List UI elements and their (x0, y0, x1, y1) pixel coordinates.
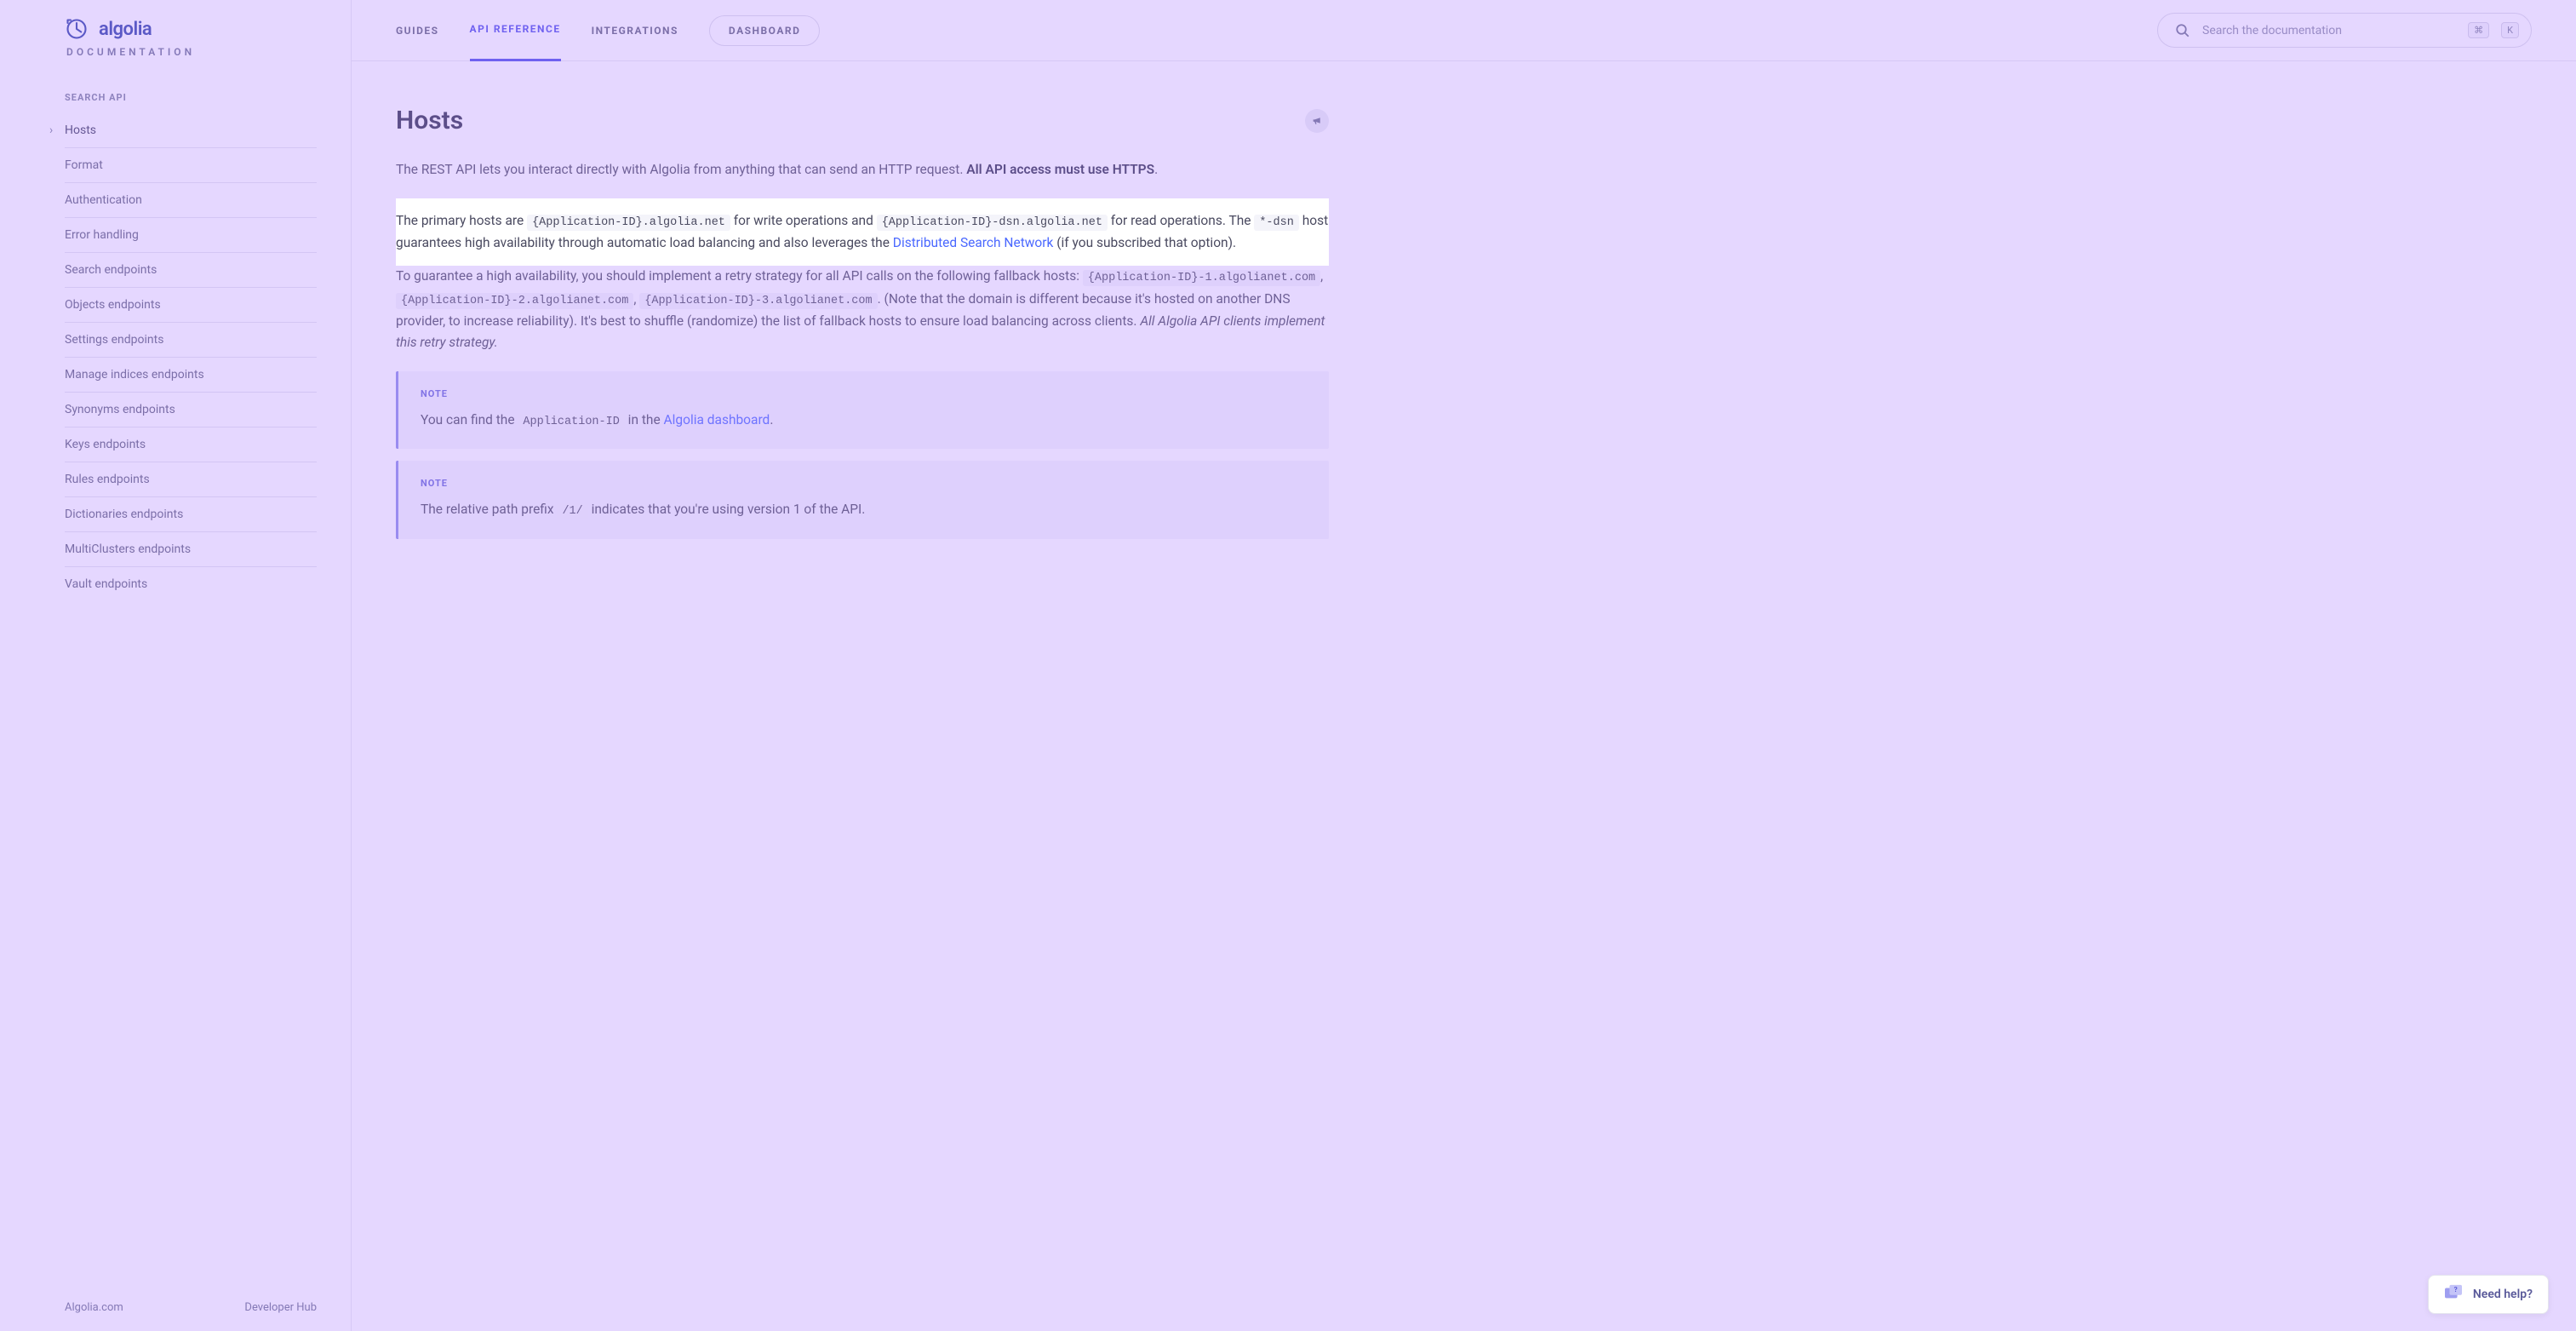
announce-button[interactable] (1305, 109, 1329, 133)
sidebar-item-dictionaries-endpoints[interactable]: Dictionaries endpoints (65, 497, 317, 532)
main: GUIDES API REFERENCE INTEGRATIONS DASHBO… (351, 0, 2576, 1331)
content: Hosts The REST API lets you interact dir… (352, 61, 1373, 595)
code-fallback-1: {Application-ID}-1.algolianet.com (1083, 270, 1320, 286)
note-label: NOTE (421, 478, 1307, 489)
code-host-write: {Application-ID}.algolia.net (527, 215, 730, 231)
svg-text:?: ? (2454, 1285, 2458, 1294)
search-icon (2175, 23, 2190, 38)
code-dsn: *-dsn (1254, 215, 1299, 231)
dashboard-button[interactable]: DASHBOARD (709, 15, 820, 46)
sidebar-section-label: SEARCH API (65, 92, 317, 103)
brand-name: algolia (99, 19, 152, 40)
chat-help-icon: ? (2444, 1284, 2463, 1305)
code-host-read: {Application-ID}-dsn.algolia.net (877, 215, 1108, 231)
sidebar-item-search-endpoints[interactable]: Search endpoints (65, 253, 317, 288)
code-app-id: Application-ID (518, 414, 624, 430)
sidebar-footer: Algolia.com Developer Hub (65, 1284, 317, 1314)
note-box-2: NOTE The relative path prefix /1/ indica… (396, 461, 1329, 538)
tab-integrations[interactable]: INTEGRATIONS (592, 1, 678, 60)
note-label: NOTE (421, 388, 1307, 399)
note-box-1: NOTE You can find the Application-ID in … (396, 371, 1329, 449)
sidebar-item-settings-endpoints[interactable]: Settings endpoints (65, 323, 317, 358)
sidebar-item-objects-endpoints[interactable]: Objects endpoints (65, 288, 317, 323)
algolia-logo-icon (65, 17, 89, 41)
topbar: GUIDES API REFERENCE INTEGRATIONS DASHBO… (352, 0, 2576, 61)
megaphone-icon (1312, 115, 1323, 126)
footer-link-devhub[interactable]: Developer Hub (244, 1301, 317, 1314)
footer-link-algolia[interactable]: Algolia.com (65, 1301, 123, 1314)
sidebar-item-multiclusters-endpoints[interactable]: MultiClusters endpoints (65, 532, 317, 567)
shortcut-mod: ⌘ (2468, 22, 2489, 38)
code-prefix: /1/ (557, 503, 587, 519)
sidebar-item-hosts[interactable]: Hosts (65, 113, 317, 148)
help-label: Need help? (2473, 1288, 2533, 1301)
link-dsn[interactable]: Distributed Search Network (893, 235, 1054, 250)
logo[interactable]: algolia DOCUMENTATION (65, 17, 317, 58)
sidebar-item-format[interactable]: Format (65, 148, 317, 183)
sidebar-item-vault-endpoints[interactable]: Vault endpoints (65, 567, 317, 601)
page-title: Hosts (396, 106, 463, 135)
sidebar: algolia DOCUMENTATION SEARCH API Hosts F… (0, 0, 351, 1331)
brand-subtitle: DOCUMENTATION (66, 46, 317, 58)
sidebar-item-error-handling[interactable]: Error handling (65, 218, 317, 253)
tab-guides[interactable]: GUIDES (396, 1, 439, 60)
highlighted-paragraph: The primary hosts are {Application-ID}.a… (396, 198, 1329, 267)
shortcut-key: K (2501, 22, 2519, 38)
code-fallback-3: {Application-ID}-3.algolianet.com (639, 293, 877, 309)
tab-api-reference[interactable]: API REFERENCE (470, 0, 561, 61)
sidebar-item-manage-indices[interactable]: Manage indices endpoints (65, 358, 317, 393)
help-widget[interactable]: ? Need help? (2428, 1275, 2549, 1314)
sidebar-item-authentication[interactable]: Authentication (65, 183, 317, 218)
sidebar-item-rules-endpoints[interactable]: Rules endpoints (65, 462, 317, 497)
sidebar-item-keys-endpoints[interactable]: Keys endpoints (65, 427, 317, 462)
sidebar-nav-list: Hosts Format Authentication Error handli… (65, 113, 317, 601)
fallback-paragraph: To guarantee a high availability, you sh… (396, 266, 1329, 354)
intro-paragraph: The REST API lets you interact directly … (396, 159, 1329, 181)
search-placeholder: Search the documentation (2202, 24, 2456, 37)
sidebar-item-synonyms-endpoints[interactable]: Synonyms endpoints (65, 393, 317, 427)
search-input[interactable]: Search the documentation ⌘ K (2157, 13, 2532, 48)
code-fallback-2: {Application-ID}-2.algolianet.com (396, 293, 633, 309)
link-dashboard[interactable]: Algolia dashboard (664, 412, 770, 427)
